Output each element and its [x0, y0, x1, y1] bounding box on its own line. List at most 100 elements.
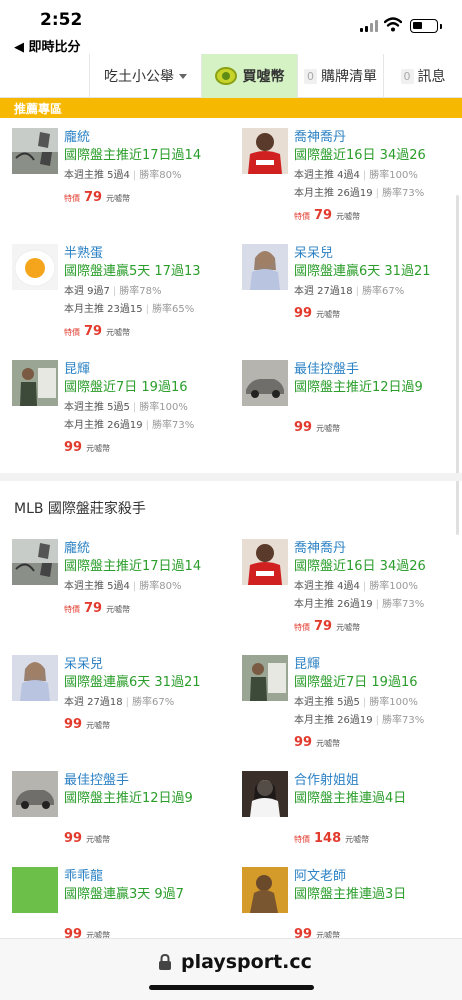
- special-price-tag: 特價: [294, 212, 310, 221]
- expert-card[interactable]: 龐統 國際盤主推近17日過14 本週主推 5過4 | 勝率80% 特價 79 元噓幣: [12, 126, 232, 222]
- expert-name-link[interactable]: 阿文老師: [294, 865, 346, 884]
- expert-record: 國際盤主推近12日過9: [64, 791, 193, 806]
- price-button[interactable]: 特價 148 元噓幣: [294, 827, 369, 846]
- price-button[interactable]: 特價 79 元噓幣: [294, 615, 360, 634]
- expert-avatar[interactable]: [242, 244, 288, 290]
- chevron-down-icon: [179, 73, 187, 79]
- browser-address-bar[interactable]: playsport.cc: [0, 938, 462, 1000]
- expert-card[interactable]: 呆呆兒 國際盤連贏6天 31過21 本週 27過18 | 勝率67% 99 元噓幣: [12, 653, 232, 749]
- price-button[interactable]: 99 元噓幣: [294, 731, 340, 750]
- expert-avatar[interactable]: [12, 360, 58, 406]
- price-unit: 元噓幣: [316, 310, 341, 319]
- expert-card[interactable]: 合作射姐姐 國際盤主推連過4日 特價 148 元噓幣: [242, 769, 462, 865]
- price-value: 79: [314, 208, 333, 223]
- price-button[interactable]: 99 元噓幣: [64, 827, 110, 846]
- expert-name-link[interactable]: 龐統: [64, 126, 90, 145]
- expert-card[interactable]: 半熟蛋 國際盤連贏5天 17過13 本週 9過7 | 勝率78% 本月主推 23過15 | 勝…: [12, 242, 232, 339]
- expert-avatar[interactable]: [242, 867, 288, 913]
- price-unit: 元噓幣: [106, 194, 131, 203]
- expert-stat: 本月主推 23過15 | 勝率65%: [64, 304, 195, 315]
- expert-name-link[interactable]: 昆輝: [294, 653, 320, 672]
- price-button[interactable]: 特價 79 元噓幣: [294, 204, 360, 223]
- expert-card[interactable]: 喬神喬丹 國際盤近16日 34過26 本週主推 4過4 | 勝率100% 本月主推 26過…: [242, 537, 462, 634]
- expert-record: 國際盤連贏5天 17過13: [64, 264, 201, 279]
- expert-stat: 本週 27過18 | 勝率67%: [64, 697, 175, 708]
- top-nav: 吃土小公舉 買噓幣 0 購牌清單 0 訊息: [0, 54, 462, 98]
- price-value: 79: [84, 190, 103, 205]
- special-price-tag: 特價: [294, 835, 310, 844]
- expert-stat: 本週 27過18 | 勝率67%: [294, 286, 405, 297]
- expert-name-link[interactable]: 乖乖龍: [64, 865, 103, 884]
- price-button[interactable]: 99 元噓幣: [294, 302, 340, 321]
- user-menu-label: 吃土小公舉: [104, 69, 174, 85]
- user-menu-tab[interactable]: 吃土小公舉: [89, 54, 201, 98]
- expert-name-link[interactable]: 合作射姐姐: [294, 769, 359, 788]
- expert-name-link[interactable]: 呆呆兒: [294, 242, 333, 261]
- expert-avatar[interactable]: [242, 771, 288, 817]
- special-price-tag: 特價: [64, 605, 80, 614]
- expert-card[interactable]: 昆輝 國際盤近7日 19過16 本週主推 5過5 | 勝率100% 本月主推 26過19 |…: [242, 653, 462, 750]
- purchase-list-label: 購牌清單: [321, 69, 377, 85]
- price-unit: 元噓幣: [86, 721, 111, 730]
- price-value: 99: [294, 735, 313, 750]
- expert-record: 國際盤主推近12日過9: [294, 380, 423, 395]
- wifi-icon: [384, 17, 402, 32]
- recommend-banner-title: 推薦專區: [14, 102, 63, 116]
- expert-avatar[interactable]: [242, 655, 288, 701]
- expert-avatar[interactable]: [12, 244, 58, 290]
- purchase-list-tab[interactable]: 0 購牌清單: [297, 54, 383, 98]
- buy-coins-tab[interactable]: 買噓幣: [201, 54, 297, 98]
- browser-url[interactable]: playsport.cc: [181, 951, 312, 973]
- back-to-app-link[interactable]: ◀ 即時比分: [14, 36, 81, 55]
- expert-avatar[interactable]: [12, 867, 58, 913]
- expert-card[interactable]: 最佳控盤手國際盤主推近12日過9 99 元噓幣: [12, 769, 232, 865]
- price-button[interactable]: 特價 79 元噓幣: [64, 320, 130, 339]
- price-unit: 元噓幣: [316, 739, 341, 748]
- price-unit: 元噓幣: [106, 328, 131, 337]
- price-value: 79: [84, 601, 103, 616]
- recommend-banner: 推薦專區: [0, 98, 462, 118]
- expert-name-link[interactable]: 最佳控盤手: [294, 358, 359, 377]
- expert-record: 國際盤近16日 34過26: [294, 148, 426, 163]
- expert-avatar[interactable]: [12, 128, 58, 174]
- home-indicator[interactable]: [149, 985, 314, 990]
- price-button[interactable]: 99 元噓幣: [64, 436, 110, 455]
- expert-name-link[interactable]: 喬神喬丹: [294, 537, 346, 556]
- expert-name-link[interactable]: 龐統: [64, 537, 90, 556]
- expert-stat: 本週主推 5過4 | 勝率80%: [64, 170, 182, 181]
- price-button[interactable]: 特價 79 元噓幣: [64, 186, 130, 205]
- purchase-list-count: 0: [304, 68, 317, 84]
- price-unit: 元噓幣: [316, 424, 341, 433]
- expert-card[interactable]: 最佳控盤手國際盤主推近12日過9 99 元噓幣: [242, 358, 462, 454]
- expert-record: 國際盤連贏3天 9過7: [64, 887, 184, 902]
- price-button[interactable]: 99 元噓幣: [294, 416, 340, 435]
- expert-avatar[interactable]: [242, 360, 288, 406]
- price-button[interactable]: 特價 79 元噓幣: [64, 597, 130, 616]
- expert-card[interactable]: 龐統 國際盤主推近17日過14 本週主推 5過4 | 勝率80% 特價 79 元噓幣: [12, 537, 232, 633]
- expert-avatar[interactable]: [242, 128, 288, 174]
- messages-tab[interactable]: 0 訊息: [383, 54, 462, 98]
- expert-avatar[interactable]: [12, 655, 58, 701]
- expert-name-link[interactable]: 昆輝: [64, 358, 90, 377]
- expert-card[interactable]: 呆呆兒國際盤連贏6天 31過21 本週 27過18 | 勝率67% 99 元噓幣: [242, 242, 462, 338]
- price-unit: 元噓幣: [336, 212, 361, 221]
- price-button[interactable]: 99 元噓幣: [64, 713, 110, 732]
- expert-avatar[interactable]: [12, 539, 58, 585]
- expert-name-link[interactable]: 最佳控盤手: [64, 769, 129, 788]
- buy-coins-label: 買噓幣: [242, 69, 285, 85]
- expert-stat: 本週主推 5過4 | 勝率80%: [64, 581, 182, 592]
- expert-stat: 本月主推 26過19 | 勝率73%: [294, 188, 425, 199]
- expert-record: 國際盤連贏6天 31過21: [294, 264, 431, 279]
- price-value: 148: [314, 831, 342, 846]
- expert-card[interactable]: 昆輝 國際盤近7日 19過16 本週主推 5過5 | 勝率100% 本月主推 26過19 |…: [12, 358, 232, 455]
- expert-name-link[interactable]: 半熟蛋: [64, 242, 103, 261]
- expert-avatar[interactable]: [12, 771, 58, 817]
- expert-record: 國際盤主推連過3日: [294, 887, 407, 902]
- expert-card[interactable]: 喬神喬丹 國際盤近16日 34過26 本週主推 4過4 | 勝率100% 本月主推 26過…: [242, 126, 462, 223]
- expert-name-link[interactable]: 喬神喬丹: [294, 126, 346, 145]
- status-time: 2:52: [40, 10, 83, 30]
- price-value: 99: [294, 420, 313, 435]
- messages-count: 0: [400, 68, 414, 84]
- expert-name-link[interactable]: 呆呆兒: [64, 653, 103, 672]
- expert-avatar[interactable]: [242, 539, 288, 585]
